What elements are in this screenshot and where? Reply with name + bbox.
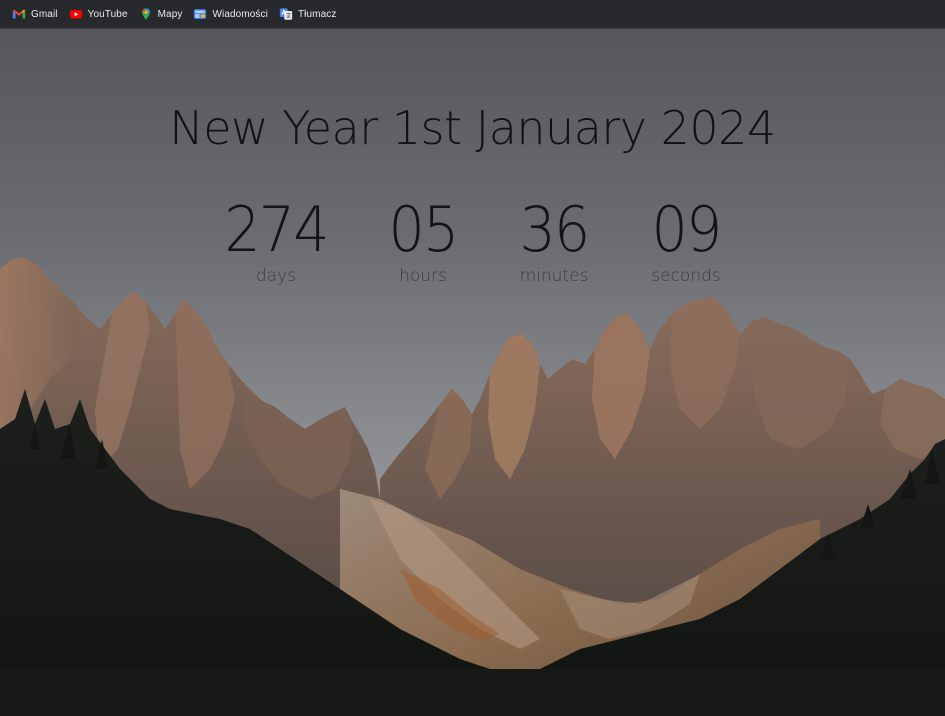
minutes-label: minutes [519,266,589,286]
countdown-days: 274 days [206,195,346,287]
bookmark-gmail[interactable]: Gmail [8,3,64,25]
bookmark-label: YouTube [87,8,128,20]
bookmark-label: Mapy [157,8,183,20]
countdown-hours: 05 hours [353,195,493,287]
hours-value: 05 [388,193,460,266]
maps-icon [141,8,150,20]
bookmark-news[interactable]: Wiadomości [189,3,273,25]
bookmark-label: Wiadomości [212,8,268,20]
bookmark-youtube[interactable]: YouTube [65,3,134,25]
seconds-value: 09 [651,193,723,266]
bookmark-label: Gmail [31,8,58,20]
days-value: 274 [224,193,329,266]
countdown-seconds: 09 seconds [616,195,756,287]
countdown-timer: 274 days 05 hours 36 minutes 09 seconds [0,29,945,329]
bookmark-label: Tłumacz [297,8,337,20]
hours-label: hours [399,266,447,286]
seconds-label: seconds [651,266,721,286]
minutes-value: 36 [519,193,591,266]
bookmarks-bar: Gmail YouTube Mapy Wiadomości Tłumacz [0,0,945,29]
news-icon [194,9,207,19]
gmail-icon [12,9,26,19]
countdown-page: New Year 1st January 2024 274 days 05 ho… [0,29,945,716]
bookmark-translate[interactable]: Tłumacz [275,3,342,25]
countdown-minutes: 36 minutes [484,195,624,287]
bookmark-maps[interactable]: Mapy [135,3,189,25]
youtube-icon [69,10,82,19]
days-label: days [255,266,297,286]
translate-icon [279,8,293,20]
